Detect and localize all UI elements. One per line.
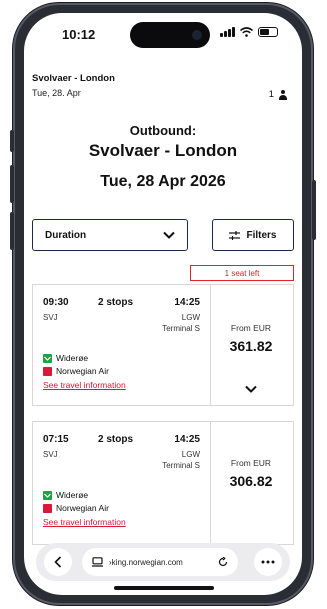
departure-airport: SVJ [43, 450, 58, 459]
power-button [312, 180, 316, 240]
direction-label: Outbound: [129, 123, 197, 138]
chevron-left-icon [54, 556, 62, 568]
passenger-number: 1 [268, 89, 274, 100]
flight-details: 07:15 2 stops 14:25 SVJ LGW Terminal S W… [33, 422, 211, 544]
travel-date: Tue, 28 Apr 2026 [100, 173, 226, 190]
seats-left-badge: 1 seat left [190, 265, 294, 281]
filter-sliders-icon [229, 230, 241, 240]
flight-details: 09:30 2 stops 14:25 SVJ LGW Terminal S W… [33, 285, 211, 405]
back-button[interactable] [44, 548, 72, 576]
travel-info-link[interactable]: See travel information [43, 380, 126, 390]
battery-icon [258, 27, 278, 37]
sort-filter-bar: Duration Filters [32, 219, 294, 253]
dynamic-island [130, 22, 210, 48]
chevron-down-icon [245, 385, 257, 393]
price-panel[interactable]: From EUR 361.82 [209, 285, 293, 405]
departure-time: 07:15 [43, 434, 69, 445]
home-indicator[interactable] [114, 586, 214, 590]
price-value: 306.82 [229, 473, 273, 489]
trip-date: Tue, 28. Apr [32, 88, 81, 98]
price-panel[interactable]: From EUR 306.82 [209, 422, 293, 544]
wideroe-logo-icon [43, 353, 52, 363]
stops-count: 2 stops [98, 434, 134, 445]
wifi-icon [240, 27, 253, 37]
expand-toggle[interactable] [209, 385, 293, 393]
trip-route: Svolvaer - London [32, 73, 115, 84]
volume-down-button [10, 212, 14, 250]
arrival-time: 14:25 [174, 434, 200, 445]
norwegian-logo-icon [43, 503, 52, 513]
norwegian-logo-icon [43, 366, 52, 376]
airline-norwegian: Norwegian Air [43, 503, 109, 513]
flight-card[interactable]: 07:15 2 stops 14:25 SVJ LGW Terminal S W… [32, 421, 294, 545]
stops-count: 2 stops [98, 297, 134, 308]
signal-icon [220, 27, 235, 37]
ellipsis-icon [261, 560, 275, 564]
passenger-count: 1 [269, 89, 288, 100]
filters-label: Filters [246, 229, 277, 241]
person-icon [278, 89, 288, 100]
airline-norwegian: Norwegian Air [43, 366, 109, 376]
arrival-airport: LGW [181, 450, 200, 459]
status-icons [220, 27, 278, 37]
phone-screen: 10:12 Svolvaer - London Tue, 28. Apr 1 O… [24, 13, 302, 595]
reload-icon[interactable] [218, 557, 228, 567]
arrival-airport: LGW [181, 313, 200, 322]
airline-name: Widerøe [56, 353, 89, 363]
chevron-down-icon [163, 231, 175, 239]
arrival-terminal: Terminal S [162, 461, 200, 470]
status-bar: 10:12 [24, 13, 302, 55]
departure-time: 09:30 [43, 297, 69, 308]
trip-summary[interactable]: Svolvaer - London Tue, 28. Apr 1 [32, 73, 294, 100]
url-text: ›king.norwegian.com [109, 557, 183, 567]
volume-up-button [10, 165, 14, 203]
airline-name: Norwegian Air [56, 366, 109, 376]
page-title: Svolvaer - London [88, 141, 238, 160]
airline-wideroe: Widerøe [43, 353, 88, 363]
page-settings-icon [92, 557, 103, 567]
browser-toolbar: ›king.norwegian.com [36, 543, 290, 581]
address-bar[interactable]: ›king.norwegian.com [82, 548, 238, 576]
airline-name: Widerøe [56, 490, 89, 500]
price-prefix: From EUR [230, 323, 272, 333]
sort-dropdown[interactable]: Duration [32, 219, 188, 251]
side-button [10, 130, 14, 152]
departure-airport: SVJ [43, 313, 58, 322]
travel-info-link[interactable]: See travel information [43, 517, 126, 527]
arrival-time: 14:25 [174, 297, 200, 308]
flight-card[interactable]: 09:30 2 stops 14:25 SVJ LGW Terminal S W… [32, 284, 294, 406]
price-prefix: From EUR [230, 458, 272, 468]
wideroe-logo-icon [43, 490, 52, 500]
status-time: 10:12 [62, 27, 96, 42]
filters-button[interactable]: Filters [212, 219, 294, 251]
airline-name: Norwegian Air [56, 503, 109, 513]
airline-wideroe: Widerøe [43, 490, 88, 500]
more-options-button[interactable] [254, 548, 282, 576]
arrival-terminal: Terminal S [162, 324, 200, 333]
sort-label: Duration [45, 229, 87, 241]
price-value: 361.82 [229, 338, 273, 354]
